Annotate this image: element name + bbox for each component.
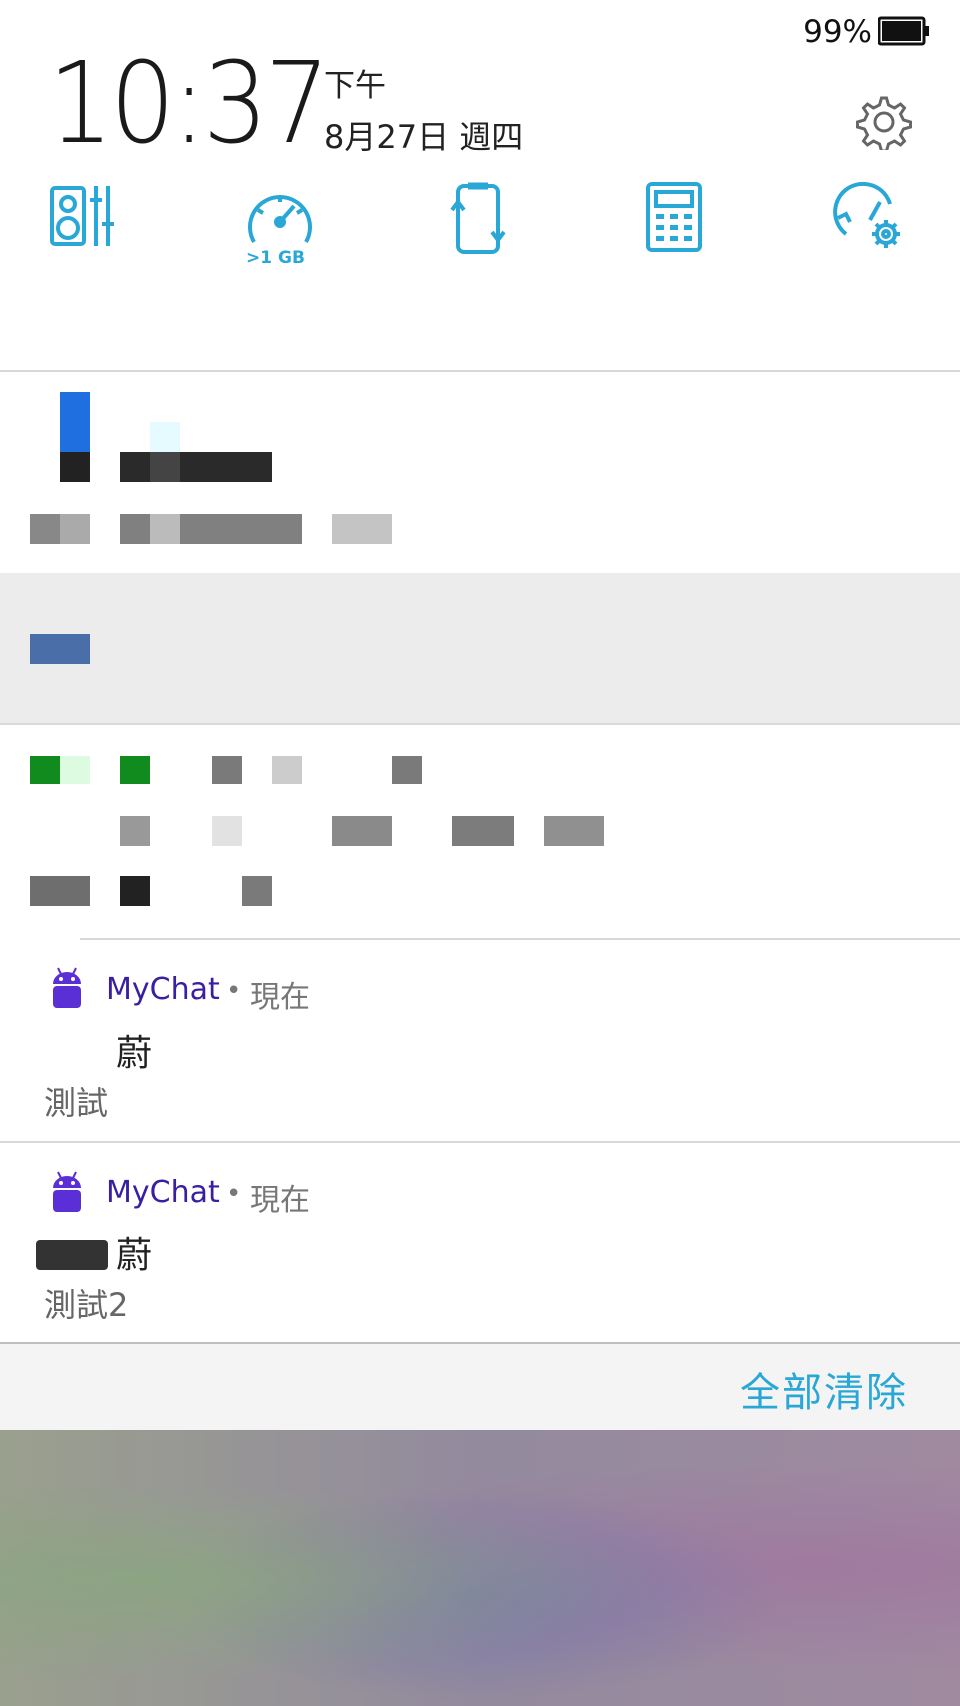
wallpaper — [0, 1430, 960, 1706]
qs-calculator[interactable] — [634, 180, 714, 270]
divider — [80, 938, 960, 940]
android-icon — [53, 967, 81, 1008]
notification-title: 蔚 — [116, 1235, 153, 1276]
redacted-block — [36, 1240, 108, 1270]
qs-mobile-manager[interactable] — [830, 180, 910, 270]
divider — [0, 1141, 960, 1143]
separator-dot: • — [226, 976, 242, 1006]
notification-time: 現在 — [250, 1183, 310, 1218]
qs-audio-wizard[interactable] — [44, 180, 124, 270]
calculator-icon — [646, 182, 702, 252]
clear-all-button[interactable]: 全部清除 — [740, 1360, 908, 1418]
battery-icon — [878, 16, 929, 46]
qs-auto-rotate[interactable] — [438, 180, 518, 270]
divider — [0, 370, 960, 372]
gear-icon[interactable] — [856, 94, 912, 150]
redacted-notification[interactable] — [0, 573, 960, 723]
battery-percentage: 99% — [803, 14, 872, 50]
notification-title: 蔚 — [116, 1033, 153, 1074]
clock[interactable]: 10:37 — [48, 48, 330, 160]
android-icon — [53, 1171, 81, 1212]
audio-equalizer-icon — [50, 186, 114, 246]
boost-memory-label: >1 GB — [246, 248, 305, 268]
notification-time: 現在 — [250, 980, 310, 1015]
date-label[interactable]: 8月27日 週四 — [324, 112, 523, 158]
separator-dot: • — [226, 1179, 242, 1209]
app-name: MyChat — [106, 1175, 220, 1210]
am-pm-label: 下午 — [324, 68, 386, 104]
notification-body: 測試 — [44, 1084, 109, 1122]
app-name: MyChat — [106, 972, 220, 1007]
mobile-manager-icon — [833, 181, 900, 248]
divider — [0, 723, 960, 725]
redacted-block — [30, 634, 90, 664]
auto-rotate-icon — [450, 182, 506, 254]
notification-body: 測試2 — [44, 1286, 129, 1324]
